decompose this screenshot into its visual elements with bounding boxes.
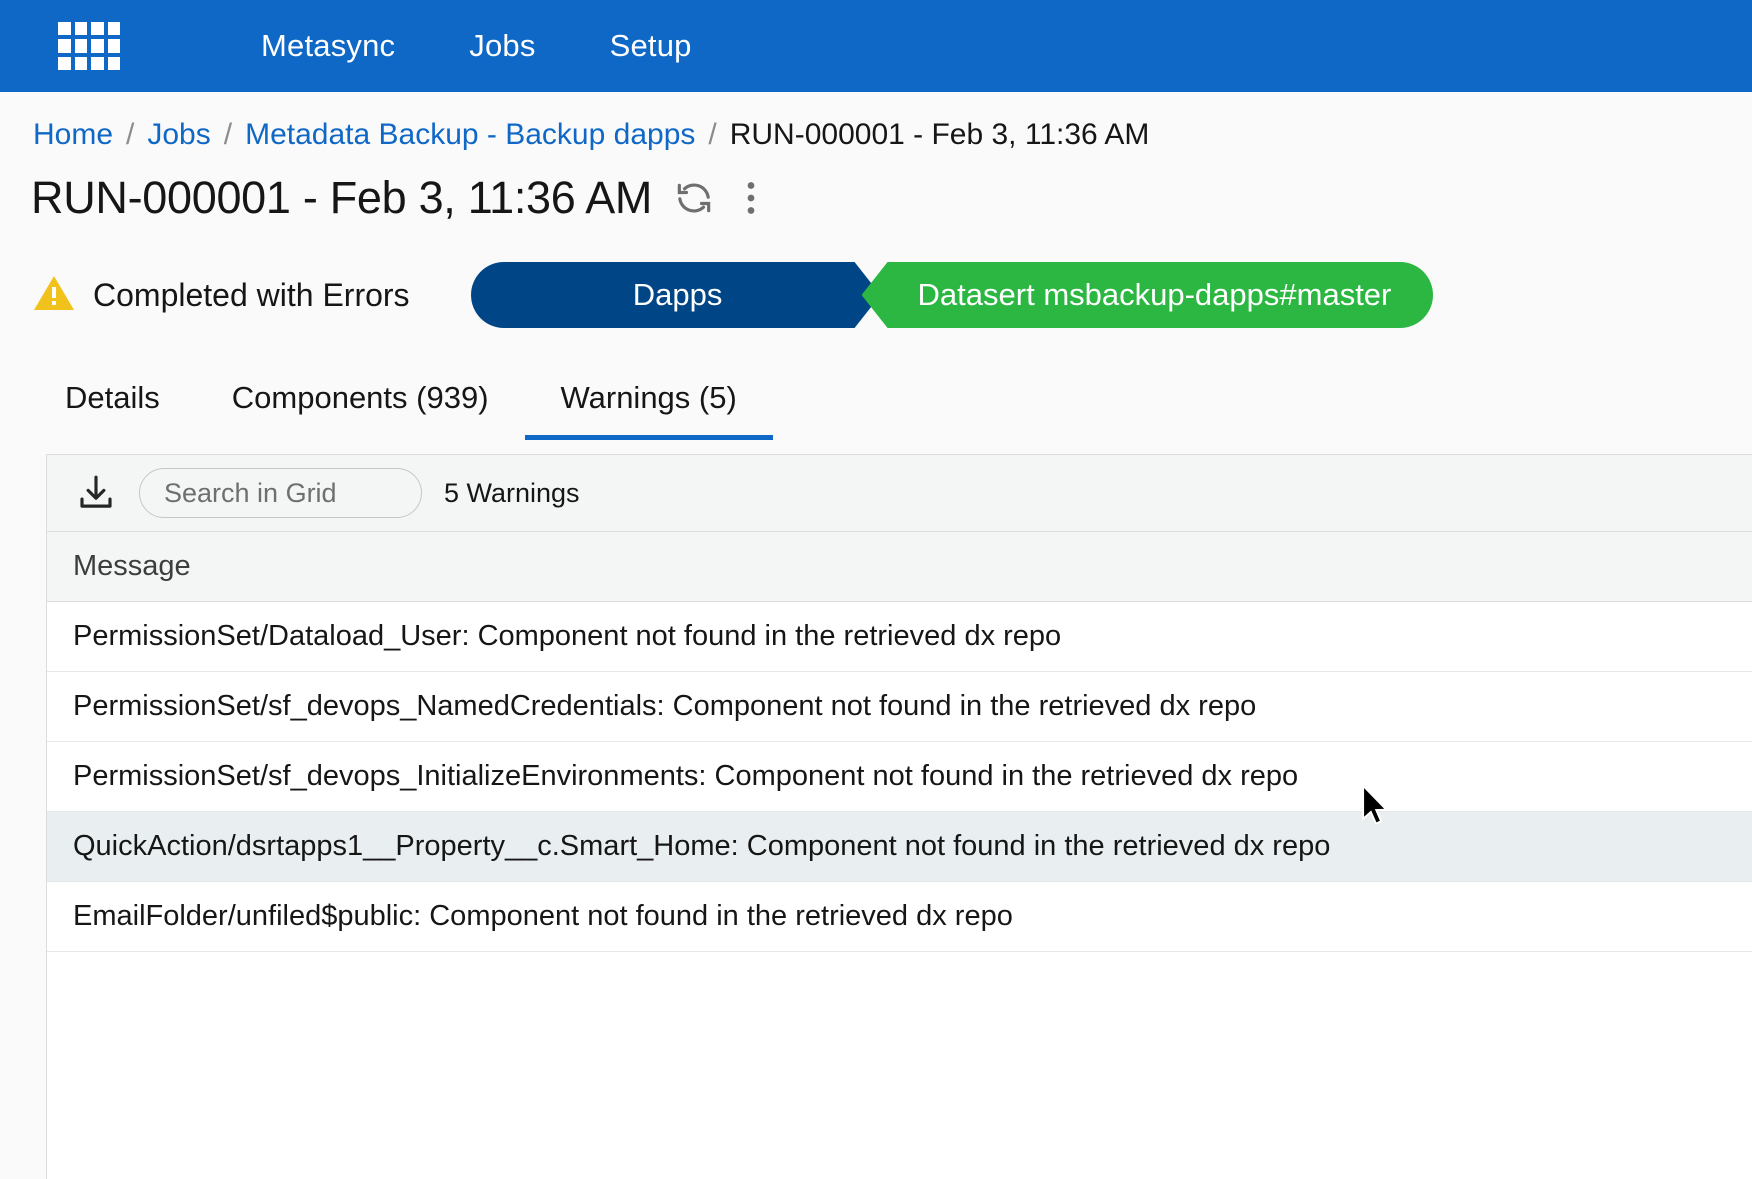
nav-links: Metasync Jobs Setup: [224, 28, 729, 64]
table-row[interactable]: PermissionSet/sf_devops_NamedCredentials…: [47, 672, 1752, 742]
warnings-grid-panel: 5 Warnings Message PermissionSet/Dataloa…: [46, 454, 1752, 1179]
page-body: Home / Jobs / Metadata Backup - Backup d…: [0, 92, 1752, 1179]
cell-message: QuickAction/dsrtapps1__Property__c.Smart…: [73, 830, 1331, 862]
warning-count-label: 5 Warnings: [444, 477, 580, 508]
status-row: Completed with Errors Dapps Datasert msb…: [0, 224, 1752, 328]
nav-link-jobs[interactable]: Jobs: [432, 28, 572, 64]
app-grid-cell: [107, 22, 120, 36]
table-row[interactable]: PermissionSet/Dataload_User: Component n…: [47, 602, 1752, 672]
download-icon[interactable]: [75, 472, 117, 514]
table-row[interactable]: EmailFolder/unfiled$public: Component no…: [47, 882, 1752, 952]
cell-message: PermissionSet/sf_devops_NamedCredentials…: [73, 690, 1257, 722]
refresh-icon[interactable]: [674, 178, 714, 218]
nav-link-metasync[interactable]: Metasync: [224, 28, 432, 64]
breadcrumb: Home / Jobs / Metadata Backup - Backup d…: [0, 92, 1752, 152]
grid-toolbar: 5 Warnings: [47, 455, 1752, 532]
app-grid-cell: [107, 39, 120, 53]
nav-link-setup[interactable]: Setup: [573, 28, 729, 64]
title-row: RUN-000001 - Feb 3, 11:36 AM: [0, 152, 1752, 224]
tab-components[interactable]: Components (939): [196, 380, 525, 440]
app-grid-cell: [74, 22, 87, 36]
status-badge: Completed with Errors: [33, 274, 410, 317]
table-row[interactable]: PermissionSet/sf_devops_InitializeEnviro…: [47, 742, 1752, 812]
app-grid-icon[interactable]: [58, 22, 120, 70]
tab-bar: Details Components (939) Warnings (5): [33, 380, 1752, 440]
breadcrumb-separator: /: [223, 118, 233, 151]
app-grid-cell: [91, 22, 104, 36]
breadcrumb-separator: /: [126, 118, 135, 151]
cell-message: PermissionSet/sf_devops_InitializeEnviro…: [73, 760, 1299, 792]
app-grid-cell: [107, 56, 120, 70]
stage-pill-source[interactable]: Dapps: [471, 262, 881, 328]
app-grid-cell: [74, 56, 87, 70]
stage-label-target: Datasert msbackup-dapps#master: [917, 277, 1392, 312]
tab-label-components: Components (939): [231, 380, 489, 415]
app-grid-cell: [58, 56, 71, 70]
breadcrumb-item-current: RUN-000001 - Feb 3, 11:36 AM: [729, 118, 1150, 151]
stage-pill-target[interactable]: Datasert msbackup-dapps#master: [861, 262, 1434, 328]
app-grid-cell: [58, 22, 71, 36]
cell-message: PermissionSet/Dataload_User: Component n…: [73, 620, 1062, 652]
tab-label-warnings: Warnings (5): [560, 380, 737, 415]
breadcrumb-separator: /: [708, 118, 717, 151]
kebab-menu-icon[interactable]: [736, 178, 766, 218]
app-grid-cell: [58, 39, 71, 53]
stage-label-source: Dapps: [632, 277, 723, 312]
tab-label-details: Details: [65, 380, 160, 415]
tab-warnings[interactable]: Warnings (5): [524, 380, 773, 440]
tab-details[interactable]: Details: [33, 380, 196, 440]
grid-empty-space: [47, 952, 1752, 1152]
table-row[interactable]: QuickAction/dsrtapps1__Property__c.Smart…: [47, 783, 1752, 882]
cell-message: EmailFolder/unfiled$public: Component no…: [73, 900, 1013, 932]
breadcrumb-item-jobs[interactable]: Jobs: [147, 118, 210, 152]
breadcrumb-item-metadata-backup[interactable]: Metadata Backup - Backup dapps: [245, 118, 695, 152]
app-grid-cell: [91, 56, 104, 70]
search-input[interactable]: [139, 468, 422, 518]
top-navigation-bar: Metasync Jobs Setup: [0, 0, 1752, 92]
status-label: Completed with Errors: [93, 276, 410, 313]
column-header-message[interactable]: Message: [73, 550, 191, 583]
breadcrumb-item-home[interactable]: Home: [33, 118, 113, 152]
warning-triangle-icon: [33, 274, 75, 317]
grid-header-row: Message: [47, 532, 1752, 602]
stage-pipeline: Dapps Datasert msbackup-dapps#master: [471, 262, 1434, 328]
page-title: RUN-000001 - Feb 3, 11:36 AM: [31, 172, 653, 223]
app-grid-cell: [91, 39, 104, 53]
app-grid-cell: [74, 39, 87, 53]
